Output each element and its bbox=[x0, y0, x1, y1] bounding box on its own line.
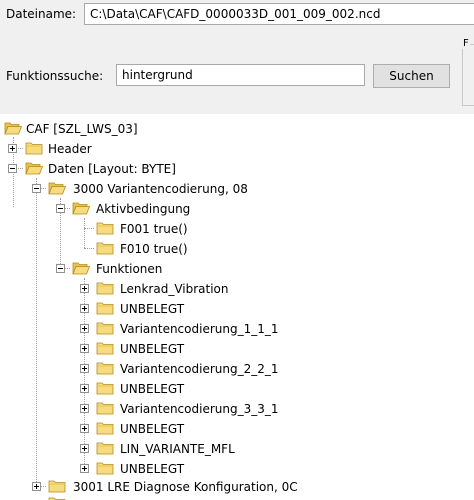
folder-icon bbox=[96, 322, 114, 335]
expand-icon[interactable] bbox=[80, 464, 89, 473]
expand-icon[interactable] bbox=[80, 364, 89, 373]
open-folder-icon bbox=[72, 262, 90, 275]
search-form-panel: Dateiname: C:\Data\CAF\CAFD_0000033D_001… bbox=[0, 0, 474, 114]
tree-node-label: Variantencodierung_3_3_1 bbox=[120, 402, 279, 416]
folder-icon bbox=[96, 302, 114, 315]
tree-node-label: UNBELEGT bbox=[120, 462, 185, 476]
folder-icon bbox=[96, 282, 114, 295]
groupbox-caption: F bbox=[462, 38, 470, 49]
tree-node-function[interactable]: UNBELEGT bbox=[0, 460, 300, 478]
folder-icon bbox=[96, 222, 114, 235]
open-folder-icon bbox=[4, 122, 22, 135]
tree-node-funktionen[interactable]: Funktionen bbox=[0, 260, 240, 278]
collapse-icon[interactable] bbox=[56, 264, 65, 273]
expand-icon[interactable] bbox=[80, 284, 89, 293]
tree-node-partial bbox=[0, 496, 80, 500]
tree-node-label: UNBELEGT bbox=[120, 342, 185, 356]
expand-icon[interactable] bbox=[80, 444, 89, 453]
tree-node-label: Header bbox=[48, 142, 92, 156]
tree-node-function[interactable]: UNBELEGT bbox=[0, 380, 300, 398]
collapse-icon[interactable] bbox=[32, 184, 41, 193]
tree-node-aktivbedingung[interactable]: Aktivbedingung bbox=[0, 200, 240, 218]
tree-node-label: UNBELEGT bbox=[120, 422, 185, 436]
tree-node-daten[interactable]: Daten [Layout: BYTE] bbox=[0, 160, 220, 178]
folder-icon bbox=[48, 497, 66, 500]
expand-icon[interactable] bbox=[80, 404, 89, 413]
funktionssuche-input[interactable]: hintergrund bbox=[116, 64, 365, 86]
expand-icon[interactable] bbox=[80, 384, 89, 393]
tree-node-label: UNBELEGT bbox=[120, 382, 185, 396]
options-groupbox bbox=[462, 44, 474, 106]
tree-node-label: LIN_VARIANTE_MFL bbox=[120, 442, 235, 456]
folder-icon bbox=[48, 480, 66, 493]
tree-node-function[interactable]: UNBELEGT bbox=[0, 420, 300, 438]
tree-node-label: UNBELEGT bbox=[120, 302, 185, 316]
tree-node-label: 3000 Variantencodierung, 08 bbox=[73, 182, 248, 196]
tree-node-label: F010 true() bbox=[120, 242, 188, 256]
tree-node-label: Variantencodierung_2_2_1 bbox=[120, 362, 279, 376]
dateiname-label: Dateiname: bbox=[6, 7, 77, 21]
tree-node-f001[interactable]: F001 true() bbox=[0, 220, 240, 238]
tree-node-function[interactable]: Variantencodierung_1_1_1 bbox=[0, 320, 300, 338]
tree-node-function[interactable]: Variantencodierung_3_3_1 bbox=[0, 400, 300, 418]
expand-icon[interactable] bbox=[80, 424, 89, 433]
suchen-button[interactable]: Suchen bbox=[373, 64, 450, 88]
open-folder-icon bbox=[25, 162, 43, 175]
expand-icon[interactable] bbox=[80, 324, 89, 333]
tree-node-3000[interactable]: 3000 Variantencodierung, 08 bbox=[0, 180, 300, 198]
expand-icon[interactable] bbox=[80, 344, 89, 353]
tree-node-root[interactable]: CAF [SZL_LWS_03] bbox=[0, 120, 200, 138]
folder-icon bbox=[96, 362, 114, 375]
tree-node-header[interactable]: Header bbox=[0, 140, 200, 158]
tree-node-label: 3001 LRE Diagnose Konfiguration, 0C bbox=[73, 480, 298, 494]
tree-node-label: Funktionen bbox=[96, 262, 163, 276]
tree-node-function[interactable]: Variantencodierung_2_2_1 bbox=[0, 360, 300, 378]
open-folder-icon bbox=[48, 182, 66, 195]
tree-node-label: Aktivbedingung bbox=[96, 202, 191, 216]
expand-icon[interactable] bbox=[8, 144, 17, 153]
caf-tree-view[interactable]: CAF [SZL_LWS_03] Header Daten [Layout: B… bbox=[0, 114, 474, 500]
folder-icon bbox=[96, 442, 114, 455]
funktionssuche-label: Funktionssuche: bbox=[6, 69, 104, 83]
tree-node-function[interactable]: LIN_VARIANTE_MFL bbox=[0, 440, 300, 458]
tree-node-function[interactable]: UNBELEGT bbox=[0, 300, 300, 318]
folder-icon bbox=[96, 242, 114, 255]
collapse-icon[interactable] bbox=[8, 164, 17, 173]
tree-node-3001[interactable]: 3001 LRE Diagnose Konfiguration, 0C bbox=[0, 478, 340, 496]
expand-icon[interactable] bbox=[80, 304, 89, 313]
folder-icon bbox=[96, 402, 114, 415]
expand-icon[interactable] bbox=[32, 482, 41, 491]
open-folder-icon bbox=[72, 202, 90, 215]
folder-icon bbox=[96, 382, 114, 395]
folder-icon bbox=[25, 142, 43, 155]
tree-node-label: Lenkrad_Vibration bbox=[120, 282, 229, 296]
collapse-icon[interactable] bbox=[56, 204, 65, 213]
tree-node-label: F001 true() bbox=[120, 222, 188, 236]
tree-node-label: CAF [SZL_LWS_03] bbox=[26, 122, 138, 136]
tree-node-label: Daten [Layout: BYTE] bbox=[48, 162, 176, 176]
tree-node-function[interactable]: Lenkrad_Vibration bbox=[0, 280, 300, 298]
folder-icon bbox=[96, 422, 114, 435]
dateiname-field[interactable]: C:\Data\CAF\CAFD_0000033D_001_009_002.nc… bbox=[84, 3, 474, 25]
tree-node-function[interactable]: UNBELEGT bbox=[0, 340, 300, 358]
tree-node-label: Variantencodierung_1_1_1 bbox=[120, 322, 279, 336]
folder-icon bbox=[96, 342, 114, 355]
folder-icon bbox=[96, 462, 114, 475]
tree-node-f010[interactable]: F010 true() bbox=[0, 240, 240, 258]
